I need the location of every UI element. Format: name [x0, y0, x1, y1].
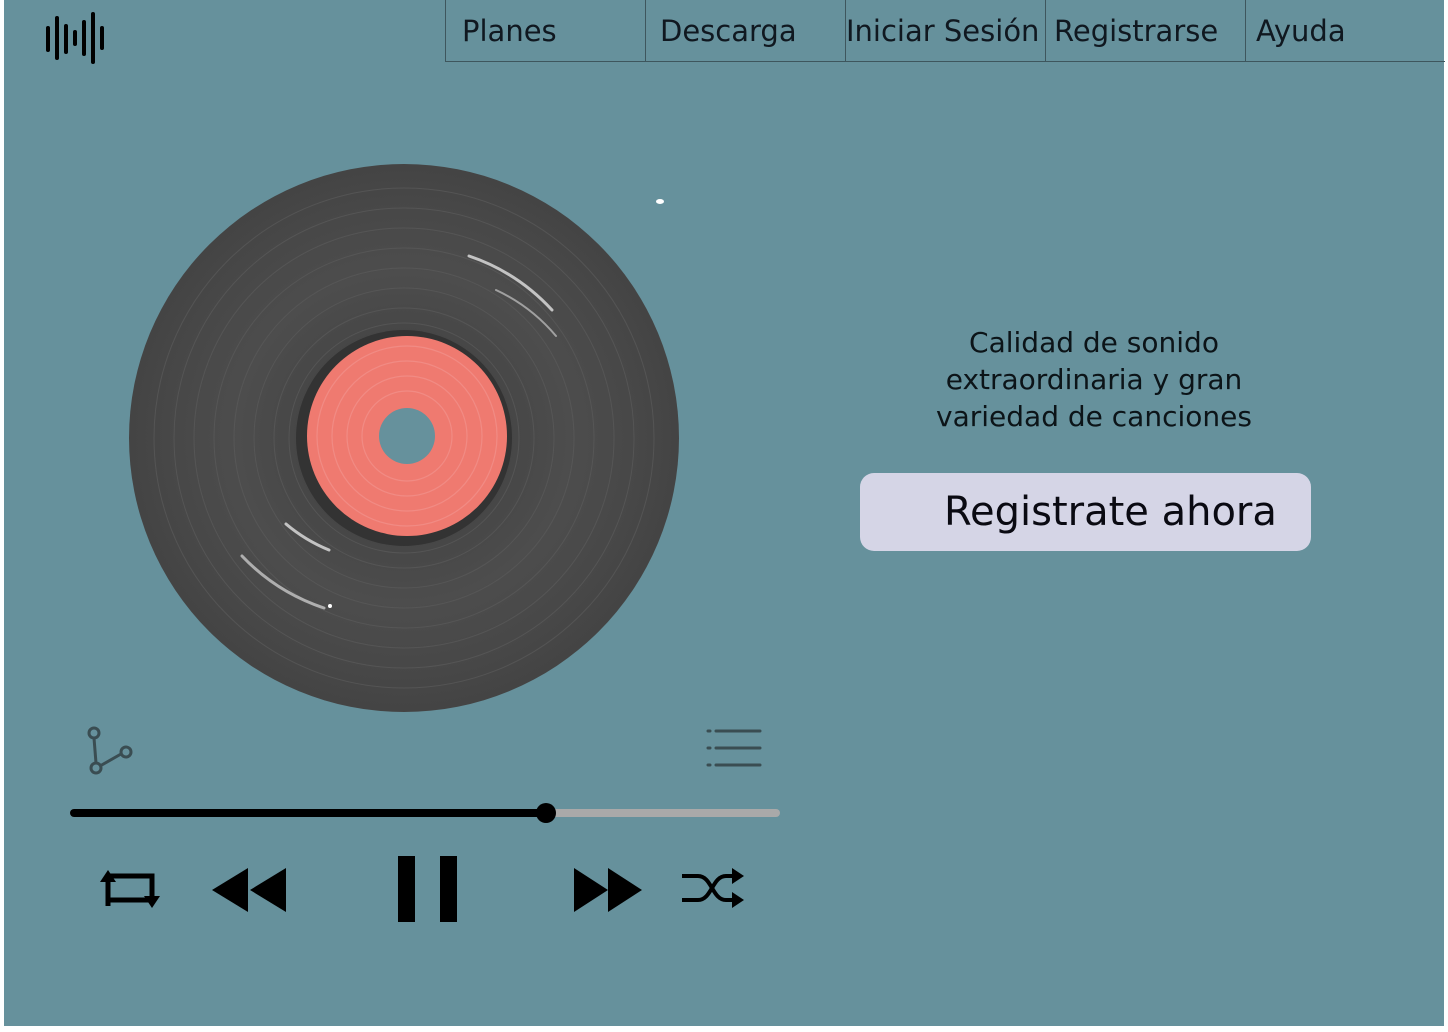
progress-fill: [70, 809, 546, 817]
repeat-icon[interactable]: [100, 866, 160, 912]
app-window: Planes Descarga Iniciar Sesión Registrar…: [4, 0, 1445, 1026]
nav-item-registrarse[interactable]: Registrarse: [1045, 0, 1245, 62]
nav-item-descarga[interactable]: Descarga: [645, 0, 845, 62]
rewind-icon[interactable]: [212, 866, 288, 914]
tagline-line-2: extraordinaria y gran: [945, 363, 1243, 396]
queue-list-icon[interactable]: [704, 726, 764, 770]
top-nav: Planes Descarga Iniciar Sesión Registrar…: [445, 0, 1445, 62]
sparkle-dot: [656, 199, 664, 204]
shuffle-icon[interactable]: [682, 866, 746, 910]
fast-forward-icon[interactable]: [572, 866, 644, 914]
tagline-line-3: variedad de canciones: [936, 400, 1252, 433]
tagline: Calidad de sonido extraordinaria y gran …: [884, 324, 1304, 435]
playback-progress-slider[interactable]: [70, 798, 780, 830]
soundwave-icon[interactable]: [44, 12, 108, 64]
progress-thumb[interactable]: [535, 803, 556, 823]
tagline-line-1: Calidad de sonido: [969, 326, 1219, 359]
register-now-button[interactable]: Registrate ahora: [860, 473, 1311, 551]
nav-item-iniciar-sesion[interactable]: Iniciar Sesión: [845, 0, 1045, 62]
nav-item-planes[interactable]: Planes: [445, 0, 645, 62]
vinyl-record-icon: [129, 164, 679, 712]
pause-icon[interactable]: [396, 854, 460, 924]
nav-item-ayuda[interactable]: Ayuda: [1245, 0, 1445, 62]
share-icon[interactable]: [84, 724, 134, 776]
